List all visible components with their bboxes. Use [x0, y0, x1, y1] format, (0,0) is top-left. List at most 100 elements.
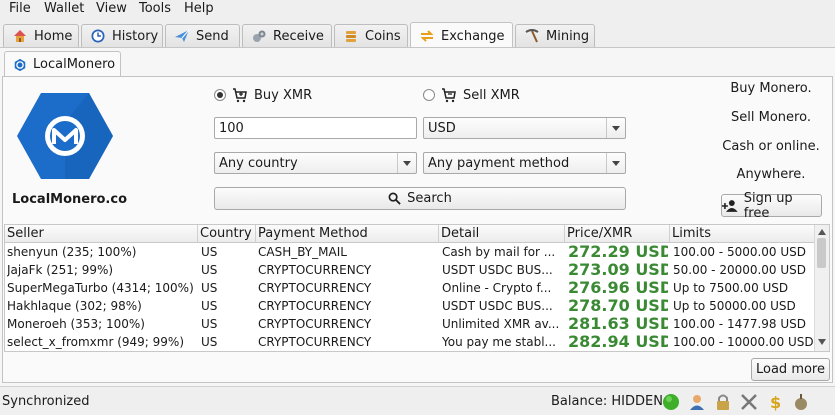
col-country[interactable]: Country: [198, 225, 256, 243]
limits-cell: Up to 50000.00 USD: [673, 299, 796, 313]
tab-history[interactable]: History: [81, 24, 163, 47]
detail-cell: USDT USDC BUS...: [442, 299, 553, 313]
coins-icon: [346, 31, 356, 42]
tab-localmonero[interactable]: LocalMonero: [4, 51, 121, 77]
table-row[interactable]: SuperMegaTurbo (4314; 100%) US CRYPTOCURRE…: [5, 279, 815, 297]
payment-method-cell: CRYPTOCURRENCY: [258, 263, 372, 277]
promo-line: Cash or online.: [722, 139, 820, 154]
seller-cell: Moneroeh (353; 100%): [7, 317, 145, 331]
exchange-icon: [420, 30, 434, 42]
seller-cell: select_x_fromxmr (949; 99%): [7, 335, 185, 349]
buy-radio-indicator[interactable]: [214, 89, 226, 101]
payment-method-cell: CRYPTOCURRENCY: [258, 335, 372, 349]
scroll-up-icon[interactable]: [818, 229, 826, 235]
table-row[interactable]: shenyun (235; 100%) US CASH_BY_MAIL Cash by…: [5, 243, 815, 261]
menu-wallet[interactable]: Wallet: [42, 1, 86, 16]
payment-method-cell: CRYPTOCURRENCY: [258, 299, 372, 313]
seller-cell: shenyun (235; 100%): [7, 245, 137, 259]
offers-table: Seller Country Payment Method Detail Pri…: [4, 224, 830, 352]
tab-exchange-label: Exchange: [441, 28, 505, 44]
tab-history-label: History: [112, 28, 159, 44]
table-row[interactable]: JajaFk (251; 99%) US CRYPTOCURRENCY USDT US…: [5, 261, 815, 279]
country-cell: US: [201, 299, 218, 313]
price-cell: 282.94 USD: [568, 333, 668, 351]
tab-receive-label: Receive: [273, 28, 324, 44]
sell-label: Sell XMR: [463, 87, 520, 103]
search-button[interactable]: Search: [214, 187, 626, 210]
receive-icon: [253, 30, 266, 42]
detail-cell: Online - Crypto f...: [442, 281, 552, 295]
sell-radio-indicator[interactable]: [423, 89, 435, 101]
scroll-down-icon[interactable]: [818, 339, 826, 345]
localmonero-small-icon: [14, 58, 26, 71]
tab-coins-label: Coins: [365, 28, 401, 44]
tab-exchange[interactable]: Exchange: [410, 22, 513, 49]
menu-help[interactable]: Help: [182, 1, 216, 16]
table-scrollbar[interactable]: [814, 225, 829, 351]
lock-icon[interactable]: [714, 393, 732, 411]
dollar-icon[interactable]: $: [766, 393, 784, 411]
chevron-down-icon[interactable]: [397, 153, 416, 173]
table-row[interactable]: Moneroeh (353; 100%) US CRYPTOCURRENCY Unli…: [5, 315, 815, 333]
country-value: Any country: [219, 155, 298, 171]
table-row[interactable]: select_x_fromxmr (949; 99%) US CRYPTOCURRE…: [5, 333, 815, 351]
user-icon[interactable]: [688, 393, 706, 411]
menu-tools[interactable]: Tools: [137, 1, 173, 16]
load-more-label: Load more: [756, 362, 825, 377]
chevron-down-icon[interactable]: [606, 118, 625, 138]
connection-status-icon[interactable]: [662, 393, 680, 411]
price-cell: 273.09 USD: [568, 261, 668, 279]
tab-coins[interactable]: Coins: [334, 24, 408, 47]
load-more-button[interactable]: Load more: [751, 358, 830, 381]
tab-send[interactable]: Send: [165, 24, 240, 47]
tab-home-label: Home: [34, 28, 73, 44]
tab-mining[interactable]: Mining: [515, 24, 595, 47]
cart-add-icon: [233, 88, 247, 103]
chevron-down-icon[interactable]: [606, 153, 625, 173]
currency-value: USD: [428, 120, 456, 136]
scrollbar-thumb[interactable]: [817, 238, 826, 268]
sell-radio[interactable]: Sell XMR: [423, 87, 520, 103]
col-limits[interactable]: Limits: [670, 225, 816, 243]
price-cell: 276.96 USD: [568, 279, 668, 297]
col-seller[interactable]: Seller: [5, 225, 198, 243]
cart-remove-icon: [442, 88, 456, 103]
detail-cell: Unlimited XMR av...: [442, 317, 560, 331]
country-cell: US: [201, 317, 218, 331]
tab-receive[interactable]: Receive: [242, 24, 332, 47]
payment-method-select[interactable]: Any payment method: [423, 152, 626, 174]
country-select[interactable]: Any country: [214, 152, 417, 174]
brand-name: LocalMonero.co: [12, 192, 128, 207]
payment-method-cell: CRYPTOCURRENCY: [258, 281, 372, 295]
amount-input[interactable]: 100: [214, 117, 417, 139]
col-detail[interactable]: Detail: [439, 225, 565, 243]
signup-button[interactable]: Sign up free: [721, 191, 822, 221]
limits-cell: Up to 7500.00 USD: [673, 281, 789, 295]
promo-line: Sell Monero.: [731, 110, 811, 125]
main-tabbar: Home History Send Receive Coins Exchange…: [0, 22, 835, 49]
price-cell: 281.63 USD: [568, 315, 668, 333]
home-icon: [14, 30, 26, 42]
col-payment-method[interactable]: Payment Method: [256, 225, 439, 243]
limits-cell: 100.00 - 10000.00 USD: [673, 335, 813, 349]
menu-view[interactable]: View: [94, 1, 129, 16]
limits-cell: 100.00 - 1477.98 USD: [673, 317, 807, 331]
price-cell: 272.29 USD: [568, 243, 668, 261]
payment-method-value: Any payment method: [428, 155, 570, 171]
menu-file[interactable]: File: [7, 1, 33, 16]
tools-icon[interactable]: [740, 393, 758, 411]
table-row[interactable]: Hakhlaque (302; 98%) US CRYPTOCURRENCY USDT…: [5, 297, 815, 315]
detail-cell: Cash by mail for ...: [442, 245, 556, 259]
add-user-icon: [722, 199, 738, 212]
tor-onion-icon[interactable]: [792, 393, 810, 411]
svg-text:$: $: [770, 393, 781, 411]
buy-radio[interactable]: Buy XMR: [214, 87, 312, 103]
country-cell: US: [201, 335, 218, 349]
currency-select[interactable]: USD: [423, 117, 626, 139]
buy-label: Buy XMR: [254, 87, 313, 103]
search-icon: [388, 192, 401, 205]
tab-mining-label: Mining: [546, 28, 590, 44]
tab-home[interactable]: Home: [3, 24, 79, 47]
promo-line: Anywhere.: [736, 167, 806, 182]
col-price[interactable]: Price/XMR: [565, 225, 670, 243]
